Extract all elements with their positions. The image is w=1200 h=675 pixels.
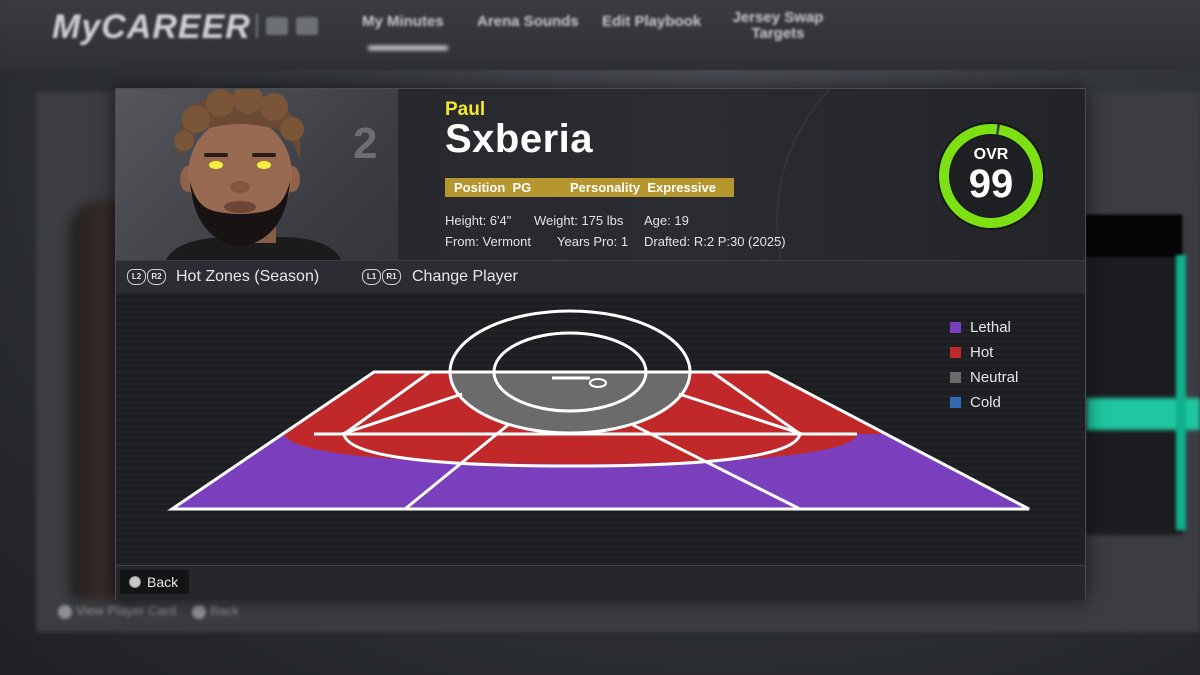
hot-zones-toolbar: L2 R2 Hot Zones (Season) L1 R1 Change Play… <box>116 260 1085 294</box>
triangle-button-icon <box>58 604 72 619</box>
nav-jersey-swap-targets[interactable]: Jersey Swap Targets <box>728 10 828 42</box>
position-personality-bar: Position PG Personality Expressive <box>445 178 734 197</box>
years-pro-text: Years Pro: 1 <box>557 234 629 249</box>
ovr-rating-badge: OVR 99 <box>935 120 1047 232</box>
legend-item-neutral: Neutral <box>950 365 1018 390</box>
legend-item-cold: Cold <box>950 390 1018 415</box>
legend-label-neutral: Neutral <box>970 369 1019 386</box>
player-portrait: 2 <box>116 89 398 260</box>
hot-zones-legend: Lethal Hot Neutral Cold <box>950 315 1018 415</box>
background-list <box>1086 215 1182 535</box>
drafted-text: Drafted: R:2 P:30 (2025) <box>644 234 786 249</box>
personality-field: Personality Expressive <box>570 180 716 195</box>
legend-label-hot: Hot <box>970 344 994 361</box>
change-player-label[interactable]: Change Player <box>412 268 518 286</box>
jersey-number: 2 <box>353 119 378 168</box>
weight-text: Weight: 175 lbs <box>534 213 624 228</box>
mycareer-logo: MyCAREER <box>52 8 251 46</box>
back-button[interactable]: Back <box>120 570 189 594</box>
circle-button-icon <box>192 604 206 619</box>
background-list-header <box>1086 215 1182 257</box>
logo-badge-icon <box>256 14 320 38</box>
height-text: Height: 6'4" <box>445 213 512 228</box>
player-avatar-image <box>166 89 341 260</box>
dialog-footer: Back <box>116 565 1085 600</box>
l1-r1-button-icon[interactable]: L1 R1 <box>362 269 401 285</box>
legend-swatch-lethal <box>950 322 961 333</box>
age-text: Age: 19 <box>644 213 689 228</box>
legend-swatch-neutral <box>950 372 961 383</box>
ovr-value: 99 <box>968 162 1014 206</box>
player-header: 2 Paul Sxberia Position PG Personality E… <box>116 89 1085 260</box>
legend-label-lethal: Lethal <box>970 319 1011 336</box>
legend-swatch-cold <box>950 397 961 408</box>
hot-zones-court-area: Lethal Hot Neutral Cold <box>116 293 1085 565</box>
player-last-name: Sxberia <box>445 117 594 161</box>
position-field: Position PG <box>454 180 532 195</box>
legend-item-hot: Hot <box>950 340 1018 365</box>
legend-swatch-hot <box>950 347 961 358</box>
back-button-label: Back <box>147 574 179 590</box>
hint-back: Back <box>192 603 239 619</box>
hot-zones-dialog: 2 Paul Sxberia Position PG Personality E… <box>115 88 1086 600</box>
circle-button-icon <box>129 576 141 588</box>
hint-view-player-card: View Player Card <box>58 603 176 619</box>
hot-zones-season-label[interactable]: Hot Zones (Season) <box>176 268 319 286</box>
nav-active-indicator <box>368 46 448 50</box>
legend-item-lethal: Lethal <box>950 315 1018 340</box>
nav-my-minutes[interactable]: My Minutes <box>362 14 444 30</box>
hot-zones-court <box>167 309 1030 511</box>
l2-r2-button-icon[interactable]: L2 R2 <box>127 269 166 285</box>
nav-arena-sounds[interactable]: Arena Sounds <box>477 14 579 30</box>
background-scrollbar <box>1176 255 1186 530</box>
hometown-text: From: Vermont <box>445 234 531 249</box>
legend-label-cold: Cold <box>970 394 1001 411</box>
nav-edit-playbook[interactable]: Edit Playbook <box>602 14 701 30</box>
